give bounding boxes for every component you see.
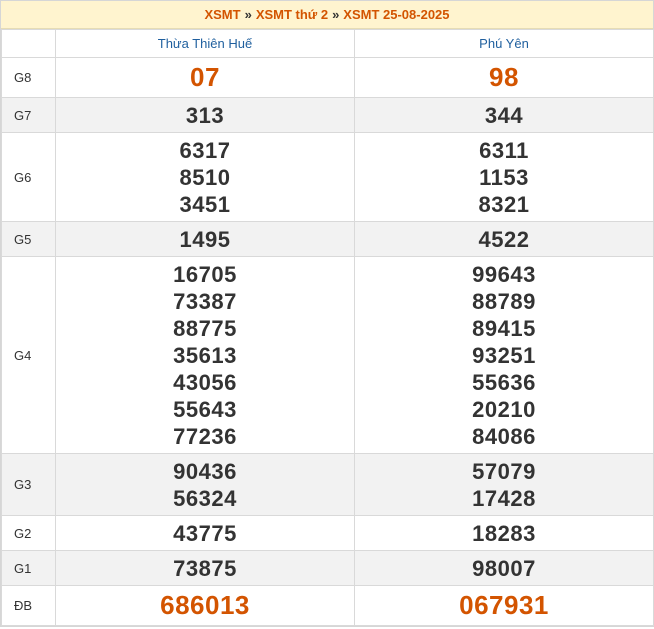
prize-row: G4 16705 73387 88775 35613 43056 55643 77236 996…	[1, 256, 654, 454]
prize-label: G5	[1, 221, 56, 257]
prize-row: G3 90436 56324 57079 17428	[1, 453, 654, 516]
province-header-1[interactable]: Thừa Thiên Huế	[55, 29, 355, 58]
prize-cell: 16705 73387 88775 35613 43056 55643 77236	[55, 256, 355, 454]
lottery-results: XSMT» XSMT thứ 2» XSMT 25-08-2025 Thừa Thi…	[0, 0, 654, 627]
prize-number: 3451	[179, 191, 231, 217]
prize-row: G2 43775 18283	[1, 515, 654, 551]
prize-rows: G8 07 98 G7 313 344 G6 6317 8510 3451 6311 1153 8321…	[1, 57, 654, 626]
prize-number: 88775	[173, 315, 237, 341]
prize-number: 88789	[472, 288, 536, 314]
prize-cell: 07	[55, 57, 355, 98]
prize-number: 344	[484, 102, 524, 128]
prize-number: 98007	[472, 555, 536, 581]
prize-number: 90436	[173, 458, 237, 484]
prize-number: 6317	[179, 137, 231, 163]
prize-label: G3	[1, 453, 56, 516]
prize-number: 35613	[173, 342, 237, 368]
prize-number: 18283	[472, 520, 536, 546]
prize-number: 07	[190, 62, 220, 92]
prize-cell: 18283	[354, 515, 654, 551]
prize-cell: 313	[55, 97, 355, 133]
prize-row: G8 07 98	[1, 57, 654, 98]
prize-cell: 6311 1153 8321	[354, 132, 654, 222]
prize-number: 73875	[173, 555, 237, 581]
province-header-row: Thừa Thiên Huế Phú Yên	[1, 29, 654, 58]
prize-number: 8510	[179, 164, 231, 190]
prize-cell: 98	[354, 57, 654, 98]
prize-cell: 57079 17428	[354, 453, 654, 516]
prize-number: 16705	[173, 261, 237, 287]
prize-row: ĐB 686013 067931	[1, 585, 654, 626]
prize-number: 17428	[472, 485, 536, 511]
results-table: Thừa Thiên Huế Phú Yên G8 07 98 G7 313 344 G6 6…	[1, 29, 654, 626]
prize-number: 8321	[478, 191, 530, 217]
prize-number: 89415	[472, 315, 536, 341]
prize-number: 20210	[472, 396, 536, 422]
prize-row: G1 73875 98007	[1, 550, 654, 586]
prize-cell: 90436 56324	[55, 453, 355, 516]
breadcrumb-link-xsmt-date[interactable]: XSMT 25-08-2025	[343, 7, 449, 22]
prize-number: 98	[489, 62, 519, 92]
prize-number: 686013	[160, 590, 250, 620]
prize-number: 73387	[173, 288, 237, 314]
prize-number: 1495	[179, 226, 231, 252]
prize-number: 43056	[173, 369, 237, 395]
prize-label: G4	[1, 256, 56, 454]
breadcrumb-separator: »	[332, 7, 340, 22]
prize-number: 6311	[479, 137, 529, 163]
prize-label: G7	[1, 97, 56, 133]
prize-row: G5 1495 4522	[1, 221, 654, 257]
corner-cell	[1, 29, 56, 58]
province-header-2[interactable]: Phú Yên	[354, 29, 654, 58]
breadcrumb-link-xsmt-thu-2[interactable]: XSMT thứ 2	[256, 7, 328, 22]
breadcrumb: XSMT» XSMT thứ 2» XSMT 25-08-2025	[1, 1, 653, 29]
prize-number: 1153	[479, 164, 529, 190]
prize-number: 57079	[472, 458, 536, 484]
prize-label: G2	[1, 515, 56, 551]
prize-cell: 43775	[55, 515, 355, 551]
prize-cell: 98007	[354, 550, 654, 586]
prize-number: 067931	[459, 590, 549, 620]
breadcrumb-separator: »	[244, 7, 252, 22]
prize-label: ĐB	[1, 585, 56, 626]
prize-number: 43775	[173, 520, 237, 546]
prize-label: G8	[1, 57, 56, 98]
prize-cell: 067931	[354, 585, 654, 626]
prize-row: G7 313 344	[1, 97, 654, 133]
prize-number: 55643	[173, 396, 237, 422]
prize-row: G6 6317 8510 3451 6311 1153 8321	[1, 132, 654, 222]
prize-cell: 4522	[354, 221, 654, 257]
prize-cell: 73875	[55, 550, 355, 586]
prize-number: 55636	[472, 369, 536, 395]
prize-cell: 99643 88789 89415 93251 55636 20210 84086	[354, 256, 654, 454]
prize-number: 84086	[472, 423, 536, 449]
prize-number: 313	[185, 102, 225, 128]
prize-number: 99643	[472, 261, 536, 287]
prize-number: 4522	[478, 226, 530, 252]
prize-cell: 686013	[55, 585, 355, 626]
prize-label: G1	[1, 550, 56, 586]
prize-label: G6	[1, 132, 56, 222]
breadcrumb-link-xsmt[interactable]: XSMT	[204, 7, 240, 22]
prize-cell: 1495	[55, 221, 355, 257]
prize-cell: 344	[354, 97, 654, 133]
prize-number: 77236	[173, 423, 237, 449]
prize-number: 93251	[472, 342, 536, 368]
prize-number: 56324	[173, 485, 237, 511]
prize-cell: 6317 8510 3451	[55, 132, 355, 222]
